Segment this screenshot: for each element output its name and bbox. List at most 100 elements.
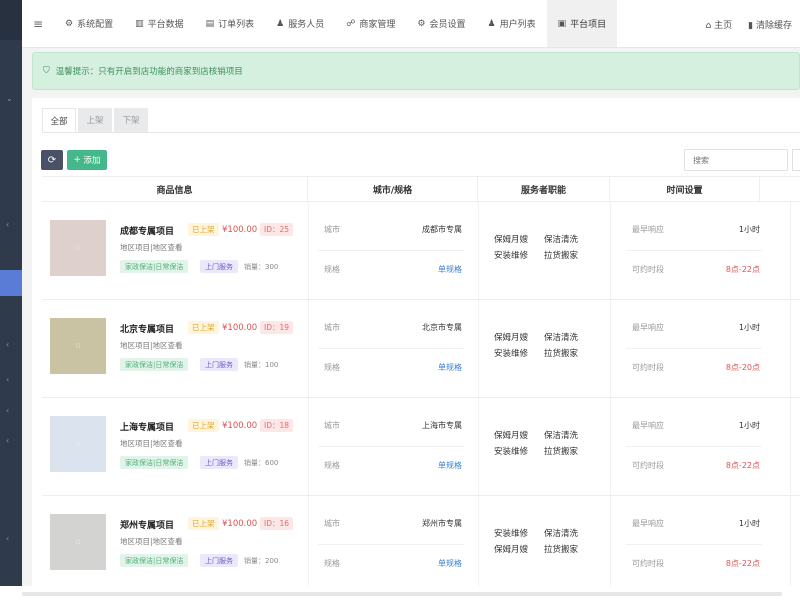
spec-row: 规格 单规格 bbox=[324, 262, 462, 276]
product-thumbnail[interactable]: ▢ bbox=[50, 220, 106, 276]
skills-cell: 保姆月嫂 保洁清洗 安装维修 拉货搬家 bbox=[488, 398, 604, 496]
spec-key: 规格 bbox=[324, 264, 340, 274]
product-thumbnail[interactable]: ▢ bbox=[50, 318, 106, 374]
search-input[interactable] bbox=[684, 149, 788, 171]
nav-item[interactable]: ☍ 商家管理 bbox=[335, 0, 406, 47]
skill-item: 安装维修 bbox=[494, 529, 529, 539]
nav-item-label: 平台数据 bbox=[147, 20, 184, 30]
city-key: 城市 bbox=[324, 518, 340, 528]
category-tag: 家政保洁|日常保洁 bbox=[120, 260, 189, 273]
nav-item[interactable]: ▣ 平台项目 bbox=[546, 0, 618, 47]
nav-item[interactable]: ⚙ 会员设置 bbox=[406, 0, 476, 47]
price: ¥100.00 bbox=[222, 518, 258, 529]
service-type-tag: 上门服务 bbox=[200, 554, 238, 567]
skill-item: 保洁清洗 bbox=[544, 431, 579, 441]
product-thumbnail[interactable]: ▢ bbox=[50, 514, 106, 570]
chevron-left-icon[interactable]: ‹ bbox=[6, 406, 9, 415]
tab[interactable]: 全部 bbox=[42, 108, 76, 132]
response-key: 最早响应 bbox=[632, 518, 664, 528]
city-spec-cell: 城市 郑州市专属 规格 单规格 bbox=[308, 496, 474, 594]
chevron-left-icon[interactable]: ‹ bbox=[6, 375, 9, 384]
person-icon: ♟ bbox=[487, 18, 496, 29]
skill-item: 保洁清洗 bbox=[544, 529, 579, 539]
tab[interactable]: 上架 bbox=[78, 108, 112, 132]
time-settings-cell: 最早响应 1小时 可约时段 8点-22点 bbox=[620, 398, 768, 496]
service-type-tag: 上门服务 bbox=[200, 456, 238, 469]
spec-link[interactable]: 单规格 bbox=[438, 460, 462, 471]
hamburger-menu-icon[interactable]: ≡ bbox=[22, 17, 54, 31]
skill-item: 保姆月嫂 bbox=[494, 235, 529, 245]
product-name[interactable]: 上海专属项目 bbox=[120, 420, 174, 433]
refresh-icon: ⟳ bbox=[47, 154, 57, 166]
skill-item: 保洁清洗 bbox=[544, 333, 579, 343]
refresh-button[interactable]: ⟳ bbox=[41, 150, 63, 170]
nav-item-label: 商家管理 bbox=[359, 20, 396, 30]
response-row: 最早响应 1小时 bbox=[632, 320, 760, 334]
city-row: 城市 成都市专属 bbox=[324, 222, 462, 236]
column-header: 服务者职能 bbox=[478, 177, 610, 201]
chevron-left-icon[interactable]: ‹ bbox=[6, 436, 9, 445]
nav-item[interactable]: ♟ 服务人员 bbox=[265, 0, 335, 47]
top-right-link[interactable]: ▮ 清除缓存 bbox=[740, 18, 800, 31]
top-right-link-label: 主页 bbox=[714, 20, 733, 31]
chevron-left-icon[interactable]: ‹ bbox=[6, 534, 9, 543]
handshake-icon: ☍ bbox=[346, 18, 356, 29]
sidebar-item-active[interactable] bbox=[0, 270, 22, 296]
skills-cell: 保姆月嫂 保洁清洗 安装维修 拉货搬家 bbox=[488, 300, 604, 398]
skills-list: 安装维修 保洁清洗 保姆月嫂 拉货搬家 bbox=[494, 526, 604, 558]
skill-item: 拉货搬家 bbox=[544, 349, 579, 359]
chevron-left-icon[interactable]: ‹ bbox=[6, 340, 9, 349]
city-row: 城市 北京市专属 bbox=[324, 320, 462, 334]
product-thumbnail[interactable]: ▢ bbox=[50, 416, 106, 472]
tab[interactable]: 下架 bbox=[114, 108, 148, 132]
product-name[interactable]: 北京专属项目 bbox=[120, 322, 174, 335]
column-header: 时间设置 bbox=[610, 177, 760, 201]
service-type-tag: 上门服务 bbox=[200, 358, 238, 371]
thumbnail-placeholder-icon: ▢ bbox=[75, 343, 81, 349]
shield-icon: ⛉ bbox=[43, 66, 50, 76]
cell-divider bbox=[626, 348, 762, 349]
nav-item-label: 平台项目 bbox=[570, 20, 607, 30]
column-divider bbox=[478, 398, 479, 495]
spec-link[interactable]: 单规格 bbox=[438, 558, 462, 569]
skill-item: 拉货搬家 bbox=[544, 447, 579, 457]
column-divider bbox=[478, 496, 479, 593]
spec-link[interactable]: 单规格 bbox=[438, 264, 462, 275]
add-button[interactable]: + 添加 bbox=[67, 150, 107, 170]
horizontal-scrollbar[interactable] bbox=[22, 592, 782, 596]
spec-row: 规格 单规格 bbox=[324, 360, 462, 374]
skill-item: 保洁清洗 bbox=[544, 235, 579, 245]
sales-count: 销量：600 bbox=[244, 459, 279, 467]
spec-key: 规格 bbox=[324, 362, 340, 372]
column-header-extra bbox=[760, 177, 800, 201]
list-icon: ▤ bbox=[205, 18, 215, 29]
nav-item[interactable]: ▤ 订单列表 bbox=[195, 0, 266, 47]
category-tag: 家政保洁|日常保洁 bbox=[120, 456, 189, 469]
response-key: 最早响应 bbox=[632, 322, 664, 332]
spec-link[interactable]: 单规格 bbox=[438, 362, 462, 373]
extra-cell bbox=[790, 496, 800, 594]
table-header: 商品信息 城市/规格 服务者职能 时间设置 bbox=[42, 176, 800, 202]
category-tag: 家政保洁|日常保洁 bbox=[120, 554, 189, 567]
nav-item[interactable]: ▥ 平台数据 bbox=[124, 0, 195, 47]
top-right-link[interactable]: ⌂ 主页 bbox=[698, 18, 741, 31]
nav-item[interactable]: ⚙ 系统配置 bbox=[54, 0, 124, 47]
product-name[interactable]: 成都专属项目 bbox=[120, 224, 174, 237]
product-name[interactable]: 郑州专属项目 bbox=[120, 518, 174, 531]
skills-list: 保姆月嫂 保洁清洗 安装维修 拉货搬家 bbox=[494, 232, 604, 264]
column-header: 商品信息 bbox=[42, 177, 308, 201]
price: ¥100.00 bbox=[222, 420, 258, 431]
add-button-label: 添加 bbox=[83, 156, 101, 166]
thumbnail-placeholder-icon: ▢ bbox=[75, 441, 81, 447]
column-divider bbox=[610, 398, 611, 495]
extra-cell bbox=[790, 202, 800, 300]
nav-item[interactable]: ♟ 用户列表 bbox=[476, 0, 546, 47]
skill-item: 保姆月嫂 bbox=[494, 545, 529, 555]
id-badge: ID：18 bbox=[260, 419, 294, 432]
search-button[interactable] bbox=[792, 149, 800, 171]
chevron-left-icon[interactable]: ‹ bbox=[6, 220, 9, 229]
spec-row: 规格 单规格 bbox=[324, 458, 462, 472]
city-row: 城市 郑州市专属 bbox=[324, 516, 462, 530]
cell-divider bbox=[318, 250, 464, 251]
chevron-down-icon[interactable]: ⌄ bbox=[6, 94, 13, 103]
